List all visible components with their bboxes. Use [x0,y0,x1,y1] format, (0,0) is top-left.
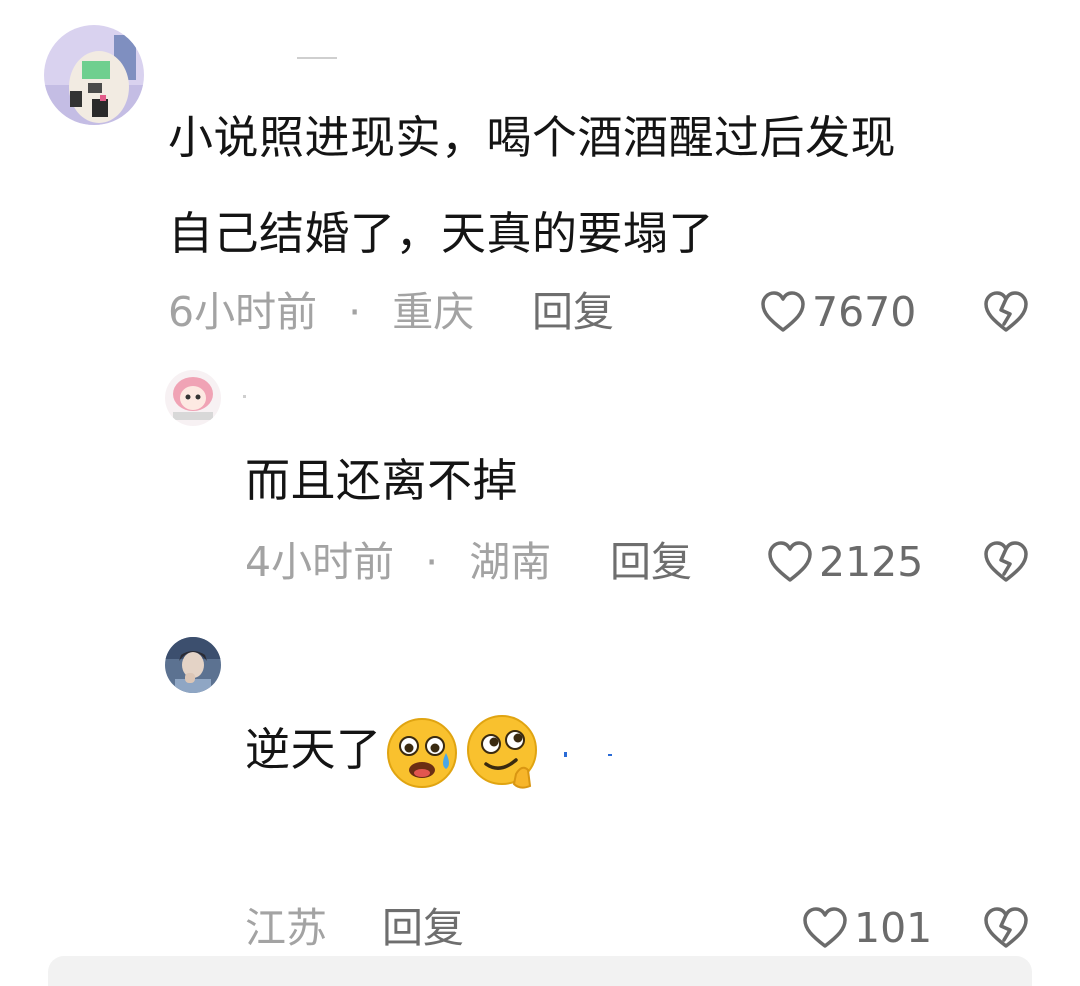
trailing-mark-2 [608,754,612,756]
comment-1-dislike-button[interactable] [983,290,1029,338]
comment-2-location: 湖南 [469,538,552,586]
thinking-smirk-face-emoji [466,715,537,789]
broken-heart-icon [984,907,1028,948]
bottom-comment-bar[interactable] [48,956,1032,986]
comment-3-text: 逆天了 [245,702,542,798]
avatar-commenter-1[interactable] [44,25,144,125]
comment-1-like-count: 7670 [812,288,917,336]
comment-1-line-2: 自己结婚了，天真的要塌了 [168,207,715,260]
comment-3-like-count: 101 [854,904,933,952]
heart-icon [761,291,805,332]
comment-3-dislike-button[interactable] [983,906,1029,954]
comment-3-like-button[interactable]: 101 [802,904,932,952]
broken-heart-icon [984,541,1028,582]
comment-1-like-button[interactable]: 7670 [760,288,916,336]
comment-3-location: 江苏 [245,904,327,952]
avatar-commenter-2[interactable] [165,370,221,426]
broken-heart-icon [984,291,1028,332]
heart-icon [768,541,812,582]
comment-2-meta: 4小时前 · 湖南 [245,538,551,586]
username-placeholder-2 [243,395,246,398]
comment-2-like-button[interactable]: 2125 [767,538,923,586]
comment-1-location: 重庆 [392,288,475,336]
comment-1-time: 6小时前 [168,288,318,336]
username-placeholder-1 [297,57,337,59]
comment-3-reply-button[interactable]: 回复 [382,904,464,952]
trailing-mark-1 [564,752,567,757]
comment-1-reply-button[interactable]: 回复 [532,288,614,336]
comment-1-line-1: 小说照进现实，喝个酒酒醒过后发现 [168,111,897,164]
comment-2-time: 4小时前 [245,538,395,586]
comment-2-dislike-button[interactable] [983,540,1029,588]
meta-separator: · [425,538,439,586]
avatar-commenter-3[interactable] [165,637,221,693]
comment-1-text: 小说照进现实，喝个酒酒醒过后发现 自己结婚了，天真的要塌了 [168,90,1048,282]
heart-icon [803,907,847,948]
comment-1-meta: 6小时前 · 重庆 [168,288,474,336]
worried-crying-face-emoji [386,718,457,788]
comment-2-text: 而且还离不掉 [245,454,519,507]
comment-2-like-count: 2125 [819,538,924,586]
comment-3-text-content: 逆天了 [245,723,382,776]
meta-separator: · [348,288,362,336]
comment-2-reply-button[interactable]: 回复 [610,538,692,586]
